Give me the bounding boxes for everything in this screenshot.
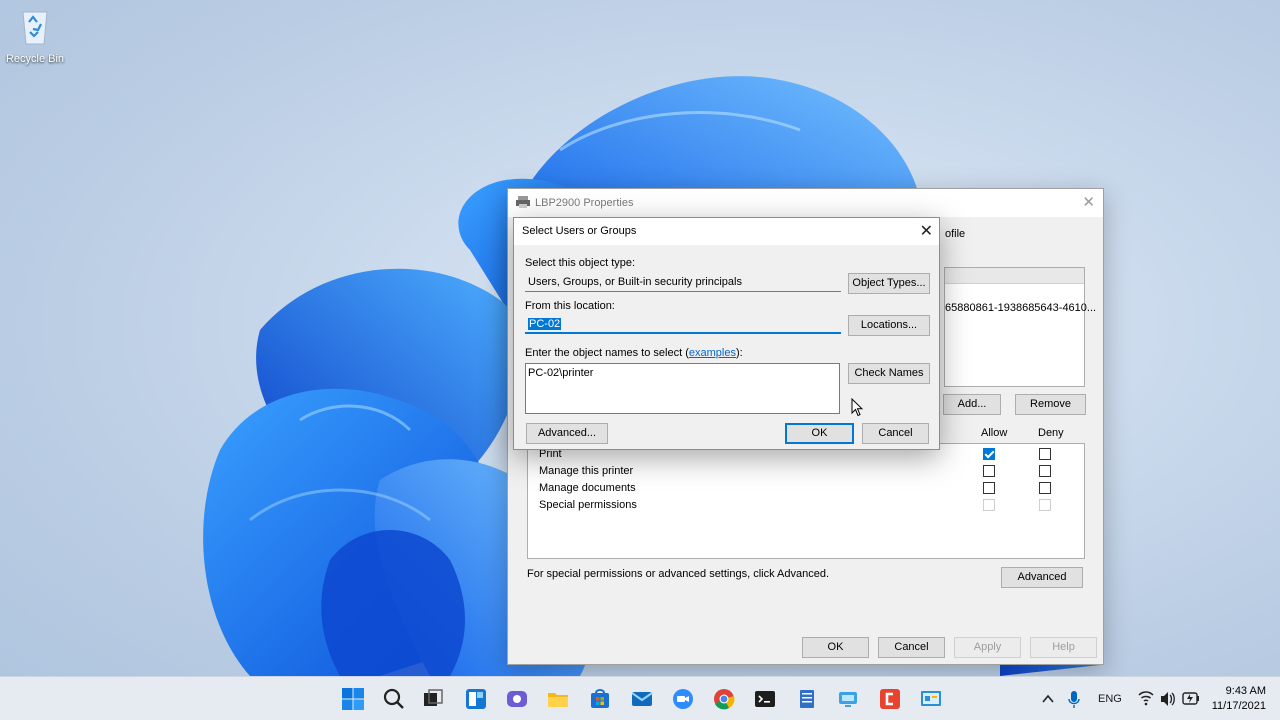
advanced-button[interactable]: Advanced (1001, 567, 1083, 588)
deny-header: Deny (1038, 427, 1064, 439)
taskbar: ENG 9:43 AM 11/17/2021 (0, 676, 1280, 720)
select-users-title: Select Users or Groups (522, 225, 637, 237)
clock[interactable]: 9:43 AM 11/17/2021 (1212, 684, 1266, 714)
file-explorer-icon[interactable] (546, 687, 570, 711)
object-names-label: Enter the object names to select (exampl… (525, 347, 743, 359)
permission-manage-printer: Manage this printer (539, 465, 634, 477)
chat-icon[interactable] (505, 687, 529, 711)
widgets-icon[interactable] (464, 687, 488, 711)
ok-button[interactable]: OK (802, 637, 869, 658)
mouse-cursor-icon (851, 398, 863, 417)
store-icon[interactable] (588, 687, 612, 711)
location-field[interactable]: PC-02 (525, 315, 841, 334)
dialog-ok-button[interactable]: OK (785, 423, 854, 444)
object-names-value: PC-02\printer (528, 367, 594, 379)
battery-icon[interactable] (1181, 677, 1201, 720)
apply-button: Apply (954, 637, 1021, 658)
permission-manage-documents-deny-checkbox[interactable] (1039, 482, 1051, 494)
permission-print-allow-checkbox[interactable] (983, 448, 995, 460)
recycle-bin-label: Recycle Bin (5, 53, 65, 65)
clock-time: 9:43 AM (1225, 685, 1266, 697)
group-user-list-header (945, 268, 1084, 284)
terminal-icon[interactable] (753, 687, 777, 711)
object-type-label: Select this object type: (525, 257, 636, 269)
examples-link[interactable]: examples (689, 347, 736, 359)
select-users-dialog: Select Users or Groups ✕ Select this obj… (513, 217, 940, 450)
printer-icon (516, 196, 530, 208)
recycle-bin-shortcut[interactable]: Recycle Bin (4, 6, 66, 65)
microphone-icon[interactable] (1066, 677, 1082, 720)
permission-manage-printer-allow-checkbox[interactable] (983, 465, 995, 477)
object-names-input[interactable]: PC-02\printer (525, 363, 840, 414)
tab-profile-partial[interactable]: ofile (945, 228, 965, 240)
location-value: PC-02 (528, 318, 562, 330)
mail-icon[interactable] (630, 687, 654, 711)
search-icon[interactable] (382, 687, 406, 711)
app-icon[interactable] (878, 687, 902, 711)
permission-manage-documents: Manage documents (539, 482, 636, 494)
permission-special-allow-checkbox (983, 499, 995, 511)
remove-button[interactable]: Remove (1015, 394, 1086, 415)
permission-special-deny-checkbox (1039, 499, 1051, 511)
recycle-bin-icon (22, 11, 48, 45)
add-button[interactable]: Add... (943, 394, 1001, 415)
permission-manage-printer-deny-checkbox[interactable] (1039, 465, 1051, 477)
printer-properties-title: LBP2900 Properties (535, 197, 634, 209)
select-users-titlebar: Select Users or Groups ✕ (514, 218, 939, 245)
task-view-icon[interactable] (421, 687, 445, 711)
wifi-icon[interactable] (1137, 677, 1155, 720)
object-types-button[interactable]: Object Types... (848, 273, 930, 294)
location-label: From this location: (525, 300, 615, 312)
zoom-icon[interactable] (671, 687, 695, 711)
dialog-advanced-button[interactable]: Advanced... (526, 423, 608, 444)
permission-manage-documents-allow-checkbox[interactable] (983, 482, 995, 494)
printer-properties-titlebar: LBP2900 Properties ✕ (508, 189, 1103, 217)
remote-desktop-icon[interactable] (836, 687, 860, 711)
help-button: Help (1030, 637, 1097, 658)
user-sid-partial[interactable]: 65880861-1938685643-4610... (945, 302, 1096, 314)
check-names-button[interactable]: Check Names (848, 363, 930, 384)
locations-button[interactable]: Locations... (848, 315, 930, 336)
dialog-cancel-button[interactable]: Cancel (862, 423, 929, 444)
language-indicator[interactable]: ENG (1098, 677, 1122, 720)
start-icon[interactable] (341, 687, 365, 711)
permission-print-deny-checkbox[interactable] (1039, 448, 1051, 460)
group-user-list[interactable]: 65880861-1938685643-4610... (944, 267, 1096, 387)
permissions-list: Print Manage this printer Manage documen… (527, 443, 1085, 559)
chrome-icon[interactable] (712, 687, 736, 711)
object-type-value: Users, Groups, or Built-in security prin… (528, 276, 742, 288)
cancel-button[interactable]: Cancel (878, 637, 945, 658)
close-icon[interactable]: ✕ (920, 221, 933, 241)
object-type-field: Users, Groups, or Built-in security prin… (525, 273, 841, 292)
close-icon[interactable]: ✕ (1082, 193, 1095, 211)
clock-date: 11/17/2021 (1211, 700, 1266, 712)
special-permissions-note: For special permissions or advanced sett… (527, 568, 830, 580)
allow-header: Allow (981, 427, 1008, 439)
chevron-up-icon[interactable] (1040, 677, 1056, 720)
permission-special: Special permissions (539, 499, 637, 511)
control-panel-icon[interactable] (919, 687, 943, 711)
notepad-icon[interactable] (795, 687, 819, 711)
volume-icon[interactable] (1159, 677, 1177, 720)
